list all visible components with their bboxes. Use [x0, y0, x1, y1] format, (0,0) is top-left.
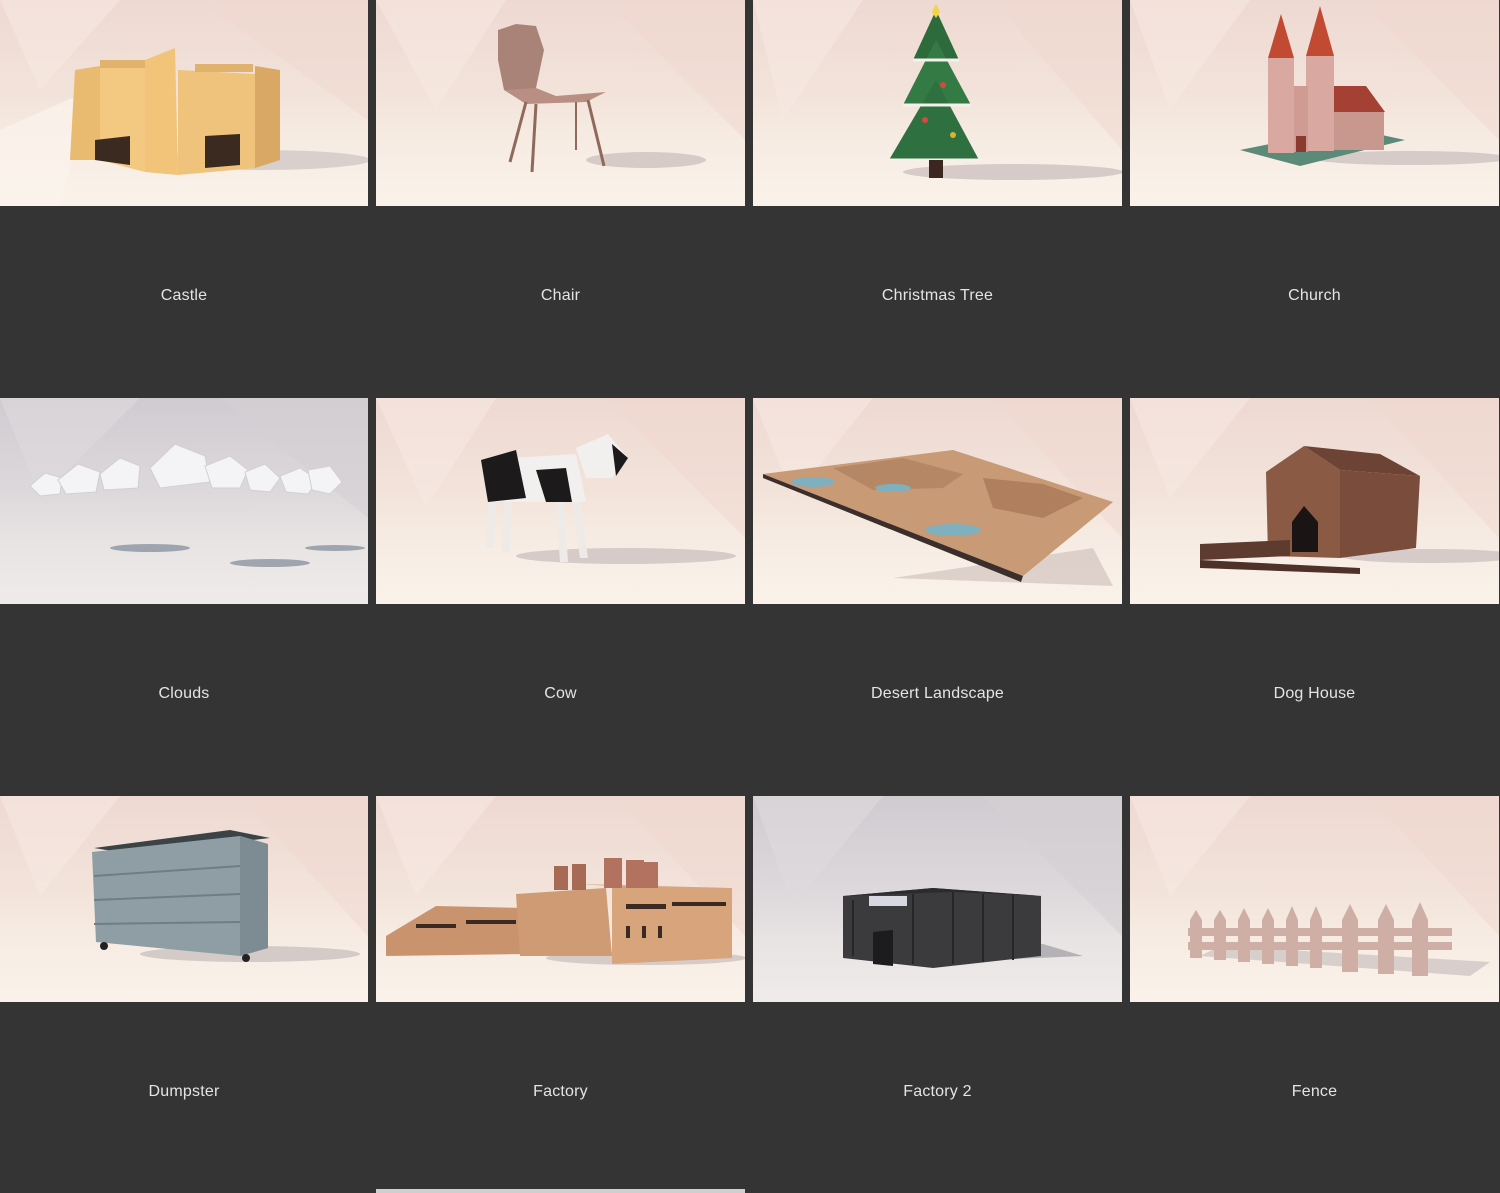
desert-landscape-icon: [753, 398, 1122, 586]
item-label: Clouds: [158, 685, 210, 702]
fence-thumbnail: [1130, 796, 1499, 1002]
item-label: Factory 2: [903, 1083, 972, 1100]
gallery-item-dumpster[interactable]: Dumpster: [0, 796, 368, 1186]
castle-icon: [0, 0, 368, 206]
church-thumbnail: [1130, 0, 1499, 206]
chair-icon: [376, 0, 745, 173]
dog-house-icon: [1130, 398, 1499, 574]
item-label: Cow: [544, 685, 577, 702]
clouds-icon: [0, 398, 368, 567]
gallery-item-desert-landscape[interactable]: Desert Landscape: [753, 398, 1122, 788]
gallery-item-church[interactable]: Church: [1130, 0, 1499, 390]
gallery-item-dog-house[interactable]: Dog House: [1130, 398, 1499, 788]
clouds-thumbnail: [0, 398, 368, 604]
dumpster-icon: [0, 796, 368, 962]
gallery-item-christmas-tree[interactable]: Christmas Tree: [753, 0, 1122, 390]
factory-thumbnail: [376, 796, 745, 1002]
church-icon: [1130, 0, 1499, 166]
gallery-item-castle[interactable]: Castle: [0, 0, 368, 390]
fence-icon: [1130, 796, 1499, 976]
gallery-item-clouds[interactable]: Clouds: [0, 398, 368, 788]
item-label: Chair: [540, 287, 581, 304]
factory-icon: [376, 796, 745, 965]
item-label: Dog House: [1273, 685, 1356, 702]
gallery-item-chair[interactable]: Chair: [376, 0, 745, 390]
christmas-tree-thumbnail: [753, 0, 1122, 206]
item-label: Christmas Tree: [881, 287, 994, 304]
cow-icon: [376, 398, 745, 564]
partial-next-row-thumbnail: [376, 1189, 745, 1193]
model-gallery: Castle Chair Christmas Tree Church Cloud…: [0, 0, 1500, 1193]
item-label: Church: [1288, 287, 1341, 304]
cow-thumbnail: [376, 398, 745, 604]
factory-2-icon: [753, 796, 1122, 968]
gallery-item-factory[interactable]: Factory: [376, 796, 745, 1186]
chair-thumbnail: [376, 0, 745, 206]
castle-thumbnail: [0, 0, 368, 206]
item-label: Factory: [533, 1083, 588, 1100]
desert-landscape-thumbnail: [753, 398, 1122, 604]
item-label: Fence: [1291, 1083, 1338, 1100]
item-label: Castle: [160, 287, 208, 304]
gallery-item-cow[interactable]: Cow: [376, 398, 745, 788]
item-label: Dumpster: [148, 1083, 220, 1100]
gallery-item-factory-2[interactable]: Factory 2: [753, 796, 1122, 1186]
christmas-tree-icon: [753, 0, 1122, 180]
dumpster-thumbnail: [0, 796, 368, 1002]
dog-house-thumbnail: [1130, 398, 1499, 604]
factory-2-thumbnail: [753, 796, 1122, 1002]
item-label: Desert Landscape: [870, 685, 1005, 702]
gallery-item-fence[interactable]: Fence: [1130, 796, 1499, 1186]
